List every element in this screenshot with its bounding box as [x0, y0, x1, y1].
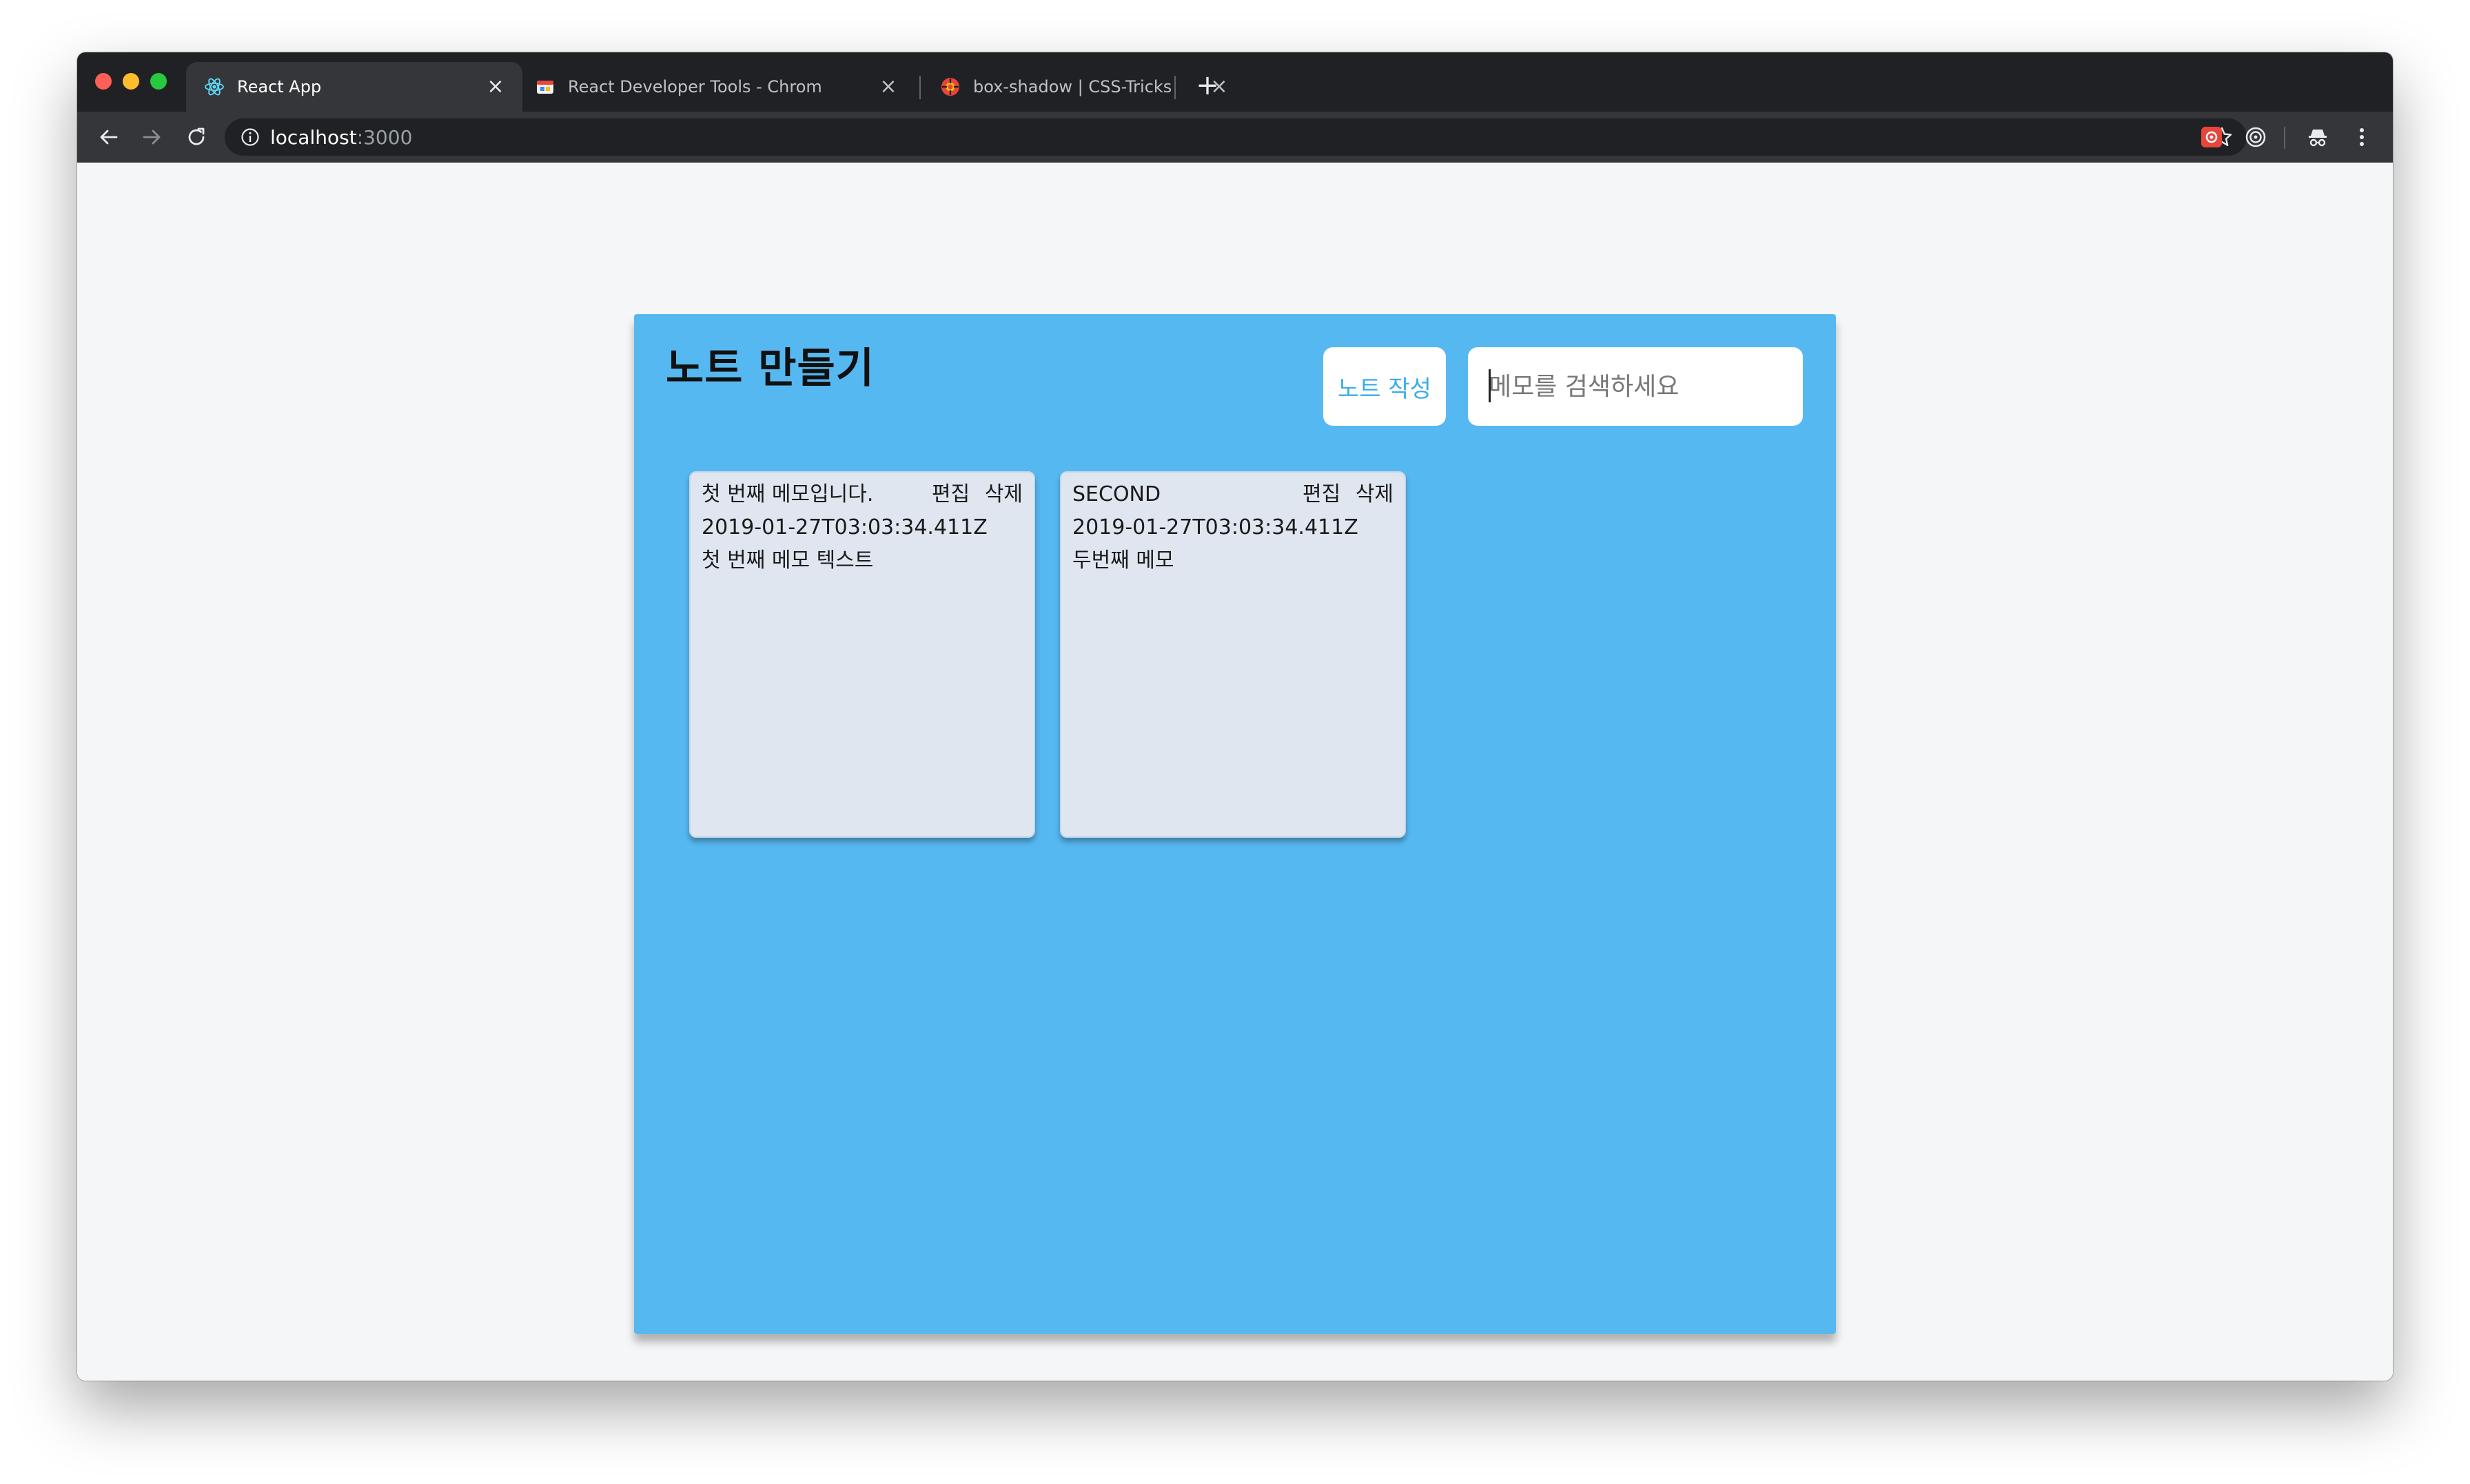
close-window-button[interactable] — [95, 73, 112, 90]
url-host: localhost — [270, 125, 357, 149]
target-extension-icon[interactable] — [2243, 124, 2269, 150]
info-icon[interactable] — [240, 127, 261, 147]
reload-icon[interactable] — [182, 123, 211, 152]
more-menu-icon[interactable] — [2349, 124, 2375, 150]
note-card[interactable]: 첫 번째 메모입니다. 편집 삭제 2019-01-27T03:03:34.41… — [689, 471, 1035, 838]
maximize-window-button[interactable] — [150, 73, 167, 90]
note-title: SECOND — [1072, 482, 1161, 506]
create-note-button[interactable]: 노트 작성 — [1323, 347, 1446, 426]
tab-strip: React App × React Developer Tools - Chro… — [77, 52, 2393, 112]
tab-title: box-shadow | CSS-Tricks — [973, 77, 1172, 96]
search-input[interactable] — [1468, 347, 1803, 426]
incognito-icon[interactable] — [2305, 124, 2331, 150]
note-date: 2019-01-27T03:03:34.411Z — [702, 515, 988, 539]
address-bar[interactable]: localhost :3000 — [225, 118, 2247, 156]
react-devtools-icon — [535, 76, 555, 97]
note-actions: 편집 삭제 — [1294, 478, 1394, 511]
edit-note-button[interactable]: 편집 — [1303, 482, 1340, 506]
css-tricks-icon — [940, 76, 961, 97]
tab-react-app[interactable]: React App × — [186, 62, 522, 112]
tab-react-devtools[interactable]: React Developer Tools - Chrom × — [517, 62, 915, 112]
delete-note-button[interactable]: 삭제 — [1356, 482, 1394, 506]
react-devtools-extension-icon[interactable] — [2198, 124, 2225, 150]
tab-title: React App — [237, 77, 322, 96]
tab-title: React Developer Tools - Chrom — [568, 77, 822, 96]
note-card[interactable]: SECOND 편집 삭제 2019-01-27T03:03:34.411Z 두번… — [1060, 471, 1406, 838]
note-actions: 편집 삭제 — [923, 478, 1023, 511]
close-tab-icon[interactable]: × — [485, 76, 506, 97]
back-arrow-icon[interactable] — [94, 123, 123, 152]
new-tab-button[interactable]: + — [1192, 70, 1223, 101]
note-header: SECOND 편집 삭제 — [1072, 478, 1394, 511]
note-text: 두번째 메모 — [1072, 548, 1174, 573]
browser-window: React App × React Developer Tools - Chro… — [77, 52, 2393, 1381]
text-caret — [1489, 369, 1491, 402]
app-title: 노트 만들기 — [666, 344, 875, 393]
forward-arrow-icon[interactable] — [138, 123, 167, 152]
note-title: 첫 번째 메모입니다. — [702, 482, 874, 506]
tab-separator — [1174, 76, 1176, 99]
page-viewport: 노트 만들기 노트 작성 첫 번째 메모입니다. 편집 삭제 2019-01-2… — [77, 163, 2393, 1381]
browser-toolbar: localhost :3000 — [77, 112, 2393, 163]
note-date: 2019-01-27T03:03:34.411Z — [1072, 515, 1358, 539]
close-tab-icon[interactable]: × — [878, 76, 899, 97]
notes-app: 노트 만들기 노트 작성 첫 번째 메모입니다. 편집 삭제 2019-01-2… — [634, 314, 1836, 1334]
toolbar-separator — [2284, 127, 2285, 149]
note-header: 첫 번째 메모입니다. 편집 삭제 — [702, 478, 1023, 511]
note-text: 첫 번째 메모 텍스트 — [702, 548, 874, 573]
edit-note-button[interactable]: 편집 — [932, 482, 970, 506]
url-port: :3000 — [356, 125, 413, 149]
react-logo-icon — [204, 76, 225, 97]
minimize-window-button[interactable] — [123, 73, 139, 90]
delete-note-button[interactable]: 삭제 — [985, 482, 1023, 506]
tab-separator — [919, 76, 921, 99]
